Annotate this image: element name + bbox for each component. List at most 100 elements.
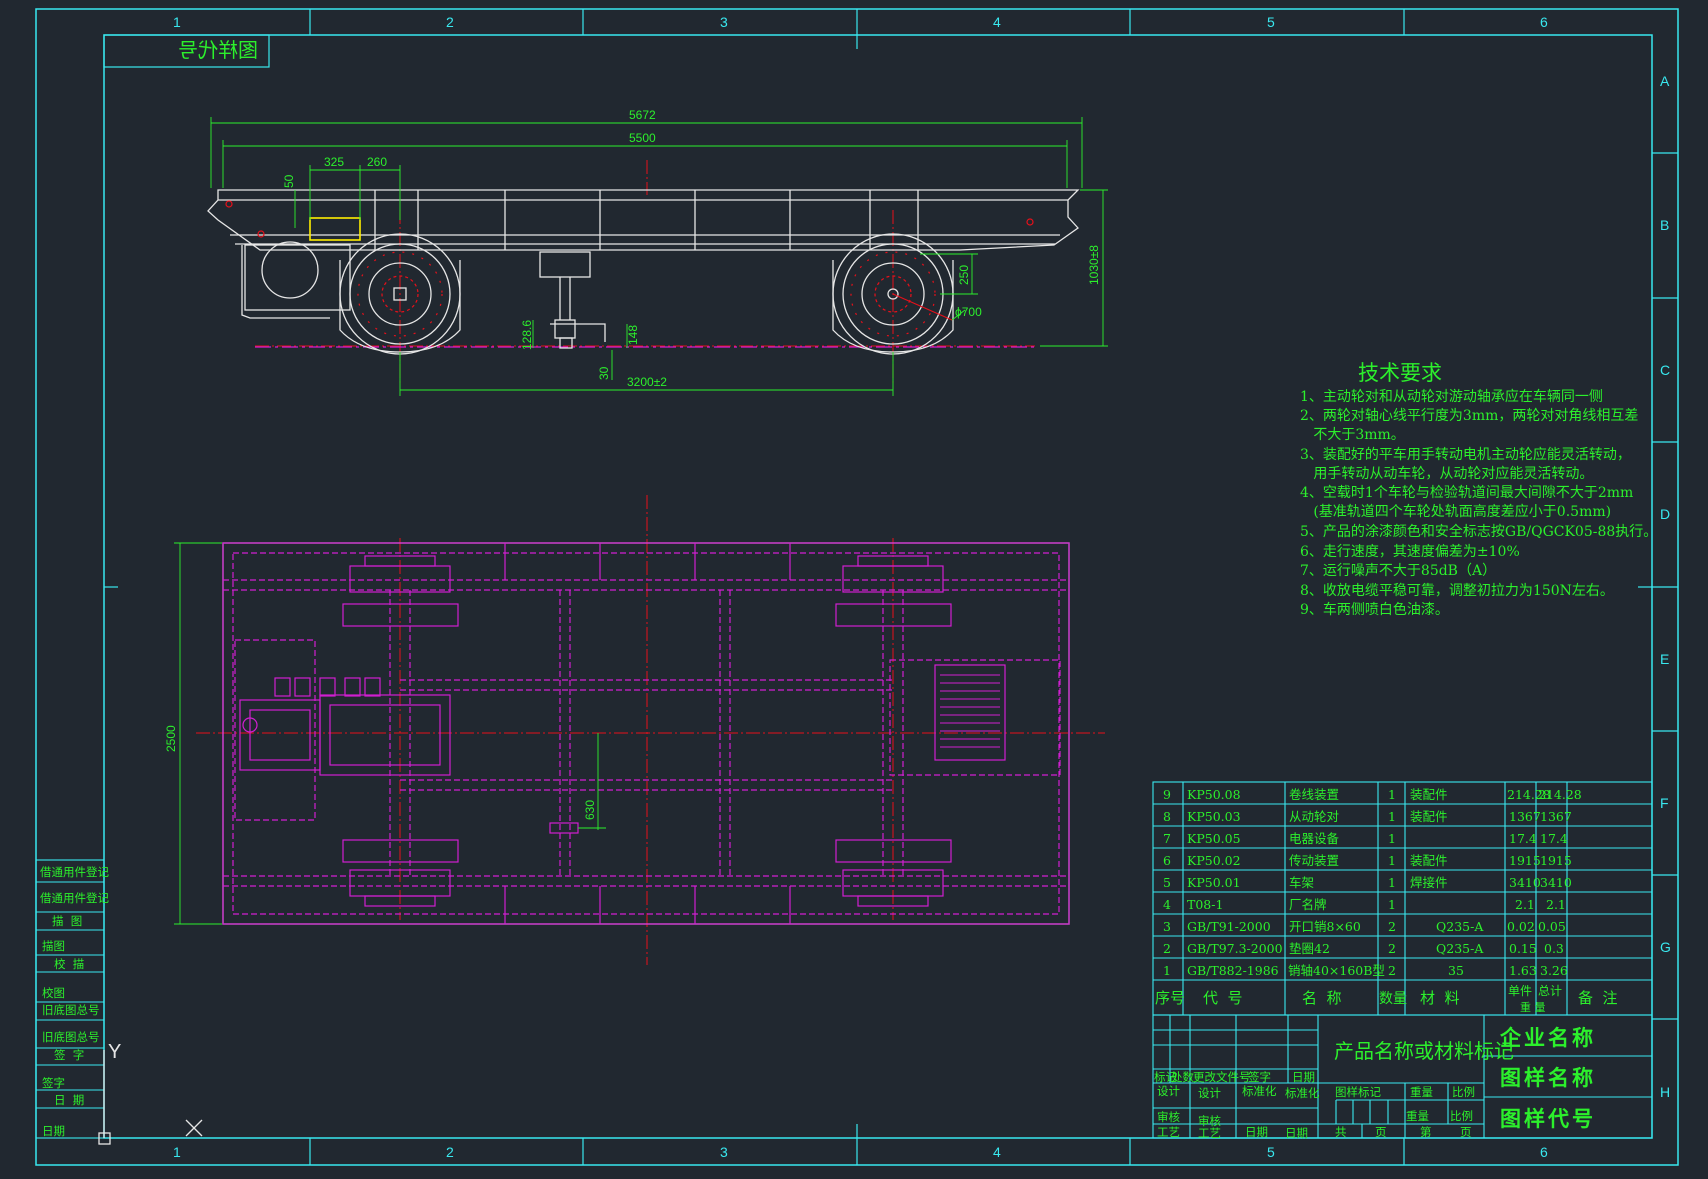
product-name-or-material: 产品名称或材料标记 xyxy=(1334,1039,1514,1063)
bom-header-material: 材 料 xyxy=(1420,989,1460,1007)
weight-label-2: 重量 xyxy=(1406,1109,1429,1123)
bom-qty: 1 xyxy=(1388,809,1396,824)
ucs-axis-icon: Y xyxy=(98,1041,203,1145)
bom-qty: 1 xyxy=(1388,875,1396,890)
stamp-label: 校 描 xyxy=(54,957,84,971)
rev-count: 处数 xyxy=(1171,1070,1194,1084)
bom-header-remark: 备 注 xyxy=(1578,989,1618,1007)
bom-unit: 1.63 xyxy=(1509,963,1537,978)
stamp-label: 校图 xyxy=(42,986,65,1000)
tech-line: 1、主动轮对和从动轮对游动轴承应在车辆同一侧 xyxy=(1300,388,1603,405)
drawing-code: 图样代号 xyxy=(1500,1107,1596,1131)
bom-name: 传动装置 xyxy=(1289,853,1339,868)
bom-material: 装配件 xyxy=(1410,787,1448,802)
tech-line: 5、产品的涂漆颜色和安全标志按GB/QGCK05-88执行。 xyxy=(1300,523,1657,540)
axis-y-label: Y xyxy=(108,1041,121,1063)
tech-requirements: 技术要求 1、主动轮对和从动轮对游动轴承应在车辆同一侧 2、两轮对轴心线平行度为… xyxy=(1300,361,1657,618)
bom-total: 17.4 xyxy=(1540,831,1568,846)
zone-row-g: G xyxy=(1660,939,1671,955)
tech-line: 7、运行噪声不大于85dB（A） xyxy=(1300,563,1496,579)
zone-col-2-bottom: 2 xyxy=(446,1144,454,1160)
nameplate-highlight xyxy=(309,217,361,241)
zone-col-3-bottom: 3 xyxy=(720,1144,728,1160)
bom-material: 装配件 xyxy=(1410,809,1448,824)
plan-view[interactable]: 2500 630 xyxy=(164,495,1105,965)
bom-header-name: 名 称 xyxy=(1302,989,1342,1007)
zone-row-f: F xyxy=(1660,795,1669,811)
stamp-label: 签字 xyxy=(42,1076,65,1090)
review-label: 审核 xyxy=(1157,1110,1180,1124)
side-stamp-column: 借通用件登记 借通用件登记 描 图 描图 校 描 校图 旧底图总号 旧底图总号 … xyxy=(35,859,109,1139)
bom-total: 3.26 xyxy=(1540,963,1568,978)
rev-sign: 签字 xyxy=(1248,1070,1271,1084)
corner-mirrored-label: 图样代号 xyxy=(178,38,258,62)
zone-labels-bottom: 1 2 3 4 5 6 xyxy=(173,1144,1548,1160)
zone-col-5-bottom: 5 xyxy=(1267,1144,1275,1160)
bom-name: 电器设备 xyxy=(1289,831,1340,846)
dim-wheel-diameter: ϕ700 xyxy=(955,305,982,319)
bom-code: T08-1 xyxy=(1187,897,1223,912)
bom-seq: 6 xyxy=(1163,853,1171,868)
bom-unit: 0.02 xyxy=(1507,919,1535,934)
company-name: 企业名称 xyxy=(1499,1026,1596,1050)
bom-name: 车架 xyxy=(1289,875,1314,890)
dim-30: 30 xyxy=(597,366,611,380)
zone-col-4: 4 xyxy=(993,14,1001,30)
side-elevation-view[interactable]: 5672 5500 325 260 50 1030±8 250 ϕ700 128… xyxy=(207,108,1108,396)
zone-row-e: E xyxy=(1660,651,1669,667)
scale-label-2: 比例 xyxy=(1450,1109,1473,1123)
tech-line: 4、空载时1个车轮与检验轨道间最大间隙不大于2mm xyxy=(1300,484,1633,501)
stamp-label: 签 字 xyxy=(54,1048,84,1062)
title-block: 产品名称或材料标记 企业名称 图样名称 图样代号 标记 处数 更改文件号 签字 … xyxy=(1152,1014,1653,1140)
bom-qty: 2 xyxy=(1388,919,1396,934)
standard-label-2: 标准化 xyxy=(1285,1086,1320,1100)
bom-code: KP50.02 xyxy=(1187,853,1241,868)
page-label: 页 xyxy=(1460,1125,1472,1139)
bom-total: 1915 xyxy=(1540,853,1572,868)
standard-label: 标准化 xyxy=(1242,1084,1277,1098)
date-label-2: 日期 xyxy=(1285,1126,1308,1140)
process-label-2: 工艺 xyxy=(1198,1126,1221,1140)
tech-line: 用手转动从动车轮，从动轮对应能灵活转动。 xyxy=(1300,465,1593,482)
bom-unit: 1915 xyxy=(1509,853,1541,868)
dim-overall-length: 5672 xyxy=(629,108,656,122)
bom-total: 2.1 xyxy=(1546,897,1566,912)
bom-name: 卷线装置 xyxy=(1289,787,1339,802)
tech-line: 2、两轮对轴心线平行度为3mm，两轮对对角线相互差 xyxy=(1300,408,1638,424)
bom-qty: 2 xyxy=(1388,941,1396,956)
sheets-label: 页 xyxy=(1375,1125,1387,1139)
bom-unit: 0.15 xyxy=(1509,941,1537,956)
zone-row-h: H xyxy=(1660,1084,1670,1100)
rev-doc: 更改文件号 xyxy=(1193,1070,1251,1084)
stamp-label: 旧底图总号 xyxy=(42,1003,100,1017)
dim-height: 1030±8 xyxy=(1087,245,1101,285)
dim-325: 325 xyxy=(324,155,344,169)
sheet-no-label: 第 xyxy=(1420,1125,1432,1139)
stamp-label: 日 期 xyxy=(54,1093,84,1107)
bom-seq: 1 xyxy=(1163,963,1171,978)
bom-code: GB/T91-2000 xyxy=(1187,919,1271,934)
bom-header-weight: 重 量 xyxy=(1520,1000,1546,1014)
bom-code: GB/T97.3-2000 xyxy=(1187,941,1283,956)
tech-line: 8、收放电缆平稳可靠，调整初拉力为150N左右。 xyxy=(1300,582,1614,599)
bom-total: 1367 xyxy=(1540,809,1572,824)
bom-total: 214.28 xyxy=(1538,787,1582,802)
tech-line: (基准轨道四个车轮处轨面高度差应小于0.5mm) xyxy=(1300,503,1611,520)
cad-drawing-canvas[interactable]: 1 2 3 4 5 6 1 2 3 4 5 6 A B C D E F G H … xyxy=(0,0,1708,1179)
bom-qty: 1 xyxy=(1388,853,1396,868)
bom-seq: 9 xyxy=(1163,787,1171,802)
tech-line: 不大于3mm。 xyxy=(1300,427,1405,443)
zone-col-1-bottom: 1 xyxy=(173,1144,181,1160)
design-label: 设计 xyxy=(1157,1084,1180,1098)
bom-code: KP50.05 xyxy=(1187,831,1241,846)
bom-seq: 2 xyxy=(1163,941,1171,956)
zone-row-b: B xyxy=(1660,217,1669,233)
bom-unit: 1367 xyxy=(1509,809,1541,824)
bom-seq: 4 xyxy=(1163,897,1171,912)
zone-col-4-bottom: 4 xyxy=(993,1144,1001,1160)
bom-code: KP50.01 xyxy=(1187,875,1241,890)
zone-col-6: 6 xyxy=(1540,14,1548,30)
bom-header-qty: 数量 xyxy=(1379,991,1407,1007)
dim-wheelbase: 3200±2 xyxy=(627,375,667,389)
dim-630: 630 xyxy=(583,800,597,820)
